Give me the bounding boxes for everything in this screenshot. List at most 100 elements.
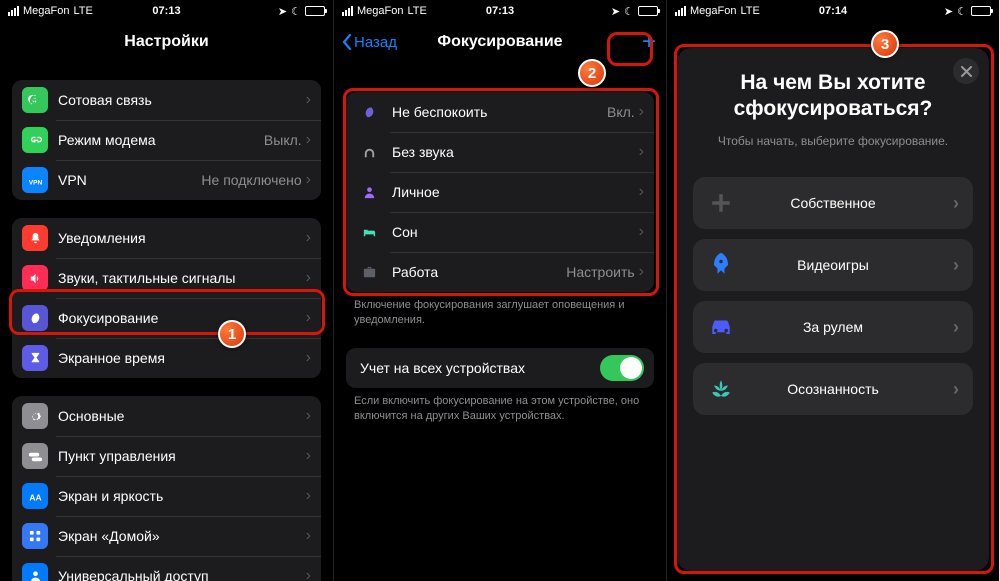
location-icon: ➤: [944, 5, 953, 18]
row-label: Сотовая связь: [58, 92, 306, 108]
settings-row[interactable]: Звуки, тактильные сигналы ›: [12, 258, 321, 298]
bed-icon: [356, 219, 382, 245]
row-value: Не подключено: [201, 172, 301, 188]
signal-bars-icon: [342, 6, 353, 16]
chevron-right-icon: ›: [953, 317, 959, 338]
vpn-icon: VPN: [22, 167, 48, 193]
signal-bars-icon: [675, 6, 686, 16]
chevron-right-icon: ›: [306, 269, 311, 287]
focus-label: Личное: [392, 184, 639, 200]
location-icon: ➤: [611, 5, 620, 18]
option-label: За рулем: [735, 319, 959, 335]
focus-chooser-screen: MegaFon LTE 07:14 ➤ ☾ На чем Вы хотите с…: [666, 0, 999, 581]
settings-row[interactable]: Фокусирование ›: [12, 298, 321, 338]
step-badge-2: 2: [578, 59, 606, 87]
settings-group-notifications: Уведомления › Звуки, тактильные сигналы …: [12, 218, 321, 378]
settings-row[interactable]: Экранное время ›: [12, 338, 321, 378]
moon-status-icon: ☾: [624, 5, 634, 18]
status-bar: MegaFon LTE 07:13 ➤ ☾: [334, 0, 666, 22]
status-bar: MegaFon LTE 07:14 ➤ ☾: [667, 0, 999, 22]
battery-icon: [638, 6, 658, 16]
focus-mode-row[interactable]: Работа Настроить ›: [346, 252, 654, 292]
focus-mode-row[interactable]: Личное ›: [346, 172, 654, 212]
row-label: Экран и яркость: [58, 488, 306, 504]
focus-mode-row[interactable]: Сон ›: [346, 212, 654, 252]
row-label: Фокусирование: [58, 310, 306, 326]
focus-label: Без звука: [392, 144, 639, 160]
focus-option[interactable]: Собственное ›: [693, 177, 973, 229]
settings-row[interactable]: Уведомления ›: [12, 218, 321, 258]
focus-mode-row[interactable]: Не беспокоить Вкл. ›: [346, 92, 654, 132]
chevron-right-icon: ›: [306, 447, 311, 465]
settings-row[interactable]: Режим модема Выкл. ›: [12, 120, 321, 160]
chevron-right-icon: ›: [306, 91, 311, 109]
nav-header: Назад Фокусирование +: [334, 22, 666, 62]
moon-status-icon: ☾: [291, 5, 301, 18]
hourglass-icon: [22, 345, 48, 371]
status-time: 07:13: [486, 5, 514, 17]
settings-group-connectivity: Сотовая связь › Режим модема Выкл. › VPN…: [12, 80, 321, 200]
gear-icon: [22, 403, 48, 429]
status-time: 07:13: [152, 5, 180, 17]
chevron-right-icon: ›: [306, 567, 311, 581]
focus-option[interactable]: За рулем ›: [693, 301, 973, 353]
share-label: Учет на всех устройствах: [360, 360, 600, 376]
person-icon: [356, 179, 382, 205]
settings-row[interactable]: Универсальный доступ ›: [12, 556, 321, 581]
row-label: Основные: [58, 408, 306, 424]
status-bar: MegaFon LTE 07:13 ➤ ☾: [0, 0, 333, 22]
settings-row[interactable]: Сотовая связь ›: [12, 80, 321, 120]
focus-option[interactable]: Осознанность ›: [693, 363, 973, 415]
add-button[interactable]: +: [642, 28, 656, 56]
bell-icon: [22, 225, 48, 251]
sheet-heading: На чем Вы хотите сфокусироваться?: [693, 70, 973, 123]
speaker-icon: [22, 265, 48, 291]
rocket-icon: [707, 251, 735, 279]
network: LTE: [740, 5, 759, 17]
settings-row[interactable]: Пункт управления ›: [12, 436, 321, 476]
back-button[interactable]: Назад: [342, 34, 397, 51]
carrier: MegaFon: [23, 5, 69, 17]
row-label: VPN: [58, 172, 201, 188]
focus-list-screen: MegaFon LTE 07:13 ➤ ☾ Назад Фокусировани…: [333, 0, 666, 581]
person-icon: [22, 563, 48, 581]
option-label: Видеоигры: [735, 257, 959, 273]
carrier: MegaFon: [690, 5, 736, 17]
chevron-right-icon: ›: [639, 103, 644, 121]
settings-row[interactable]: Основные ›: [12, 396, 321, 436]
chevron-right-icon: ›: [306, 229, 311, 247]
chevron-right-icon: ›: [639, 223, 644, 241]
row-label: Экранное время: [58, 350, 306, 366]
share-across-devices-row[interactable]: Учет на всех устройствах: [346, 348, 654, 388]
focus-label: Сон: [392, 224, 639, 240]
chevron-right-icon: ›: [953, 255, 959, 276]
focus-chooser-sheet: На чем Вы хотите сфокусироваться? Чтобы …: [677, 48, 989, 571]
row-label: Уведомления: [58, 230, 306, 246]
sheet-subtitle: Чтобы начать, выберите фокусирование.: [718, 133, 948, 150]
car-icon: [707, 313, 735, 341]
focus-option[interactable]: Видеоигры ›: [693, 239, 973, 291]
settings-row[interactable]: AA Экран и яркость ›: [12, 476, 321, 516]
row-label: Экран «Домой»: [58, 528, 306, 544]
share-toggle[interactable]: [600, 355, 644, 381]
switches-icon: [22, 443, 48, 469]
focus-label: Не беспокоить: [392, 104, 607, 120]
focus-mode-row[interactable]: Без звука ›: [346, 132, 654, 172]
moon-icon: [356, 99, 382, 125]
carrier: MegaFon: [357, 5, 403, 17]
focus-options-list: Собственное › Видеоигры › За рулем › Осо…: [693, 177, 973, 415]
chevron-right-icon: ›: [306, 349, 311, 367]
settings-row[interactable]: VPN VPN Не подключено ›: [12, 160, 321, 200]
moon-icon: [22, 305, 48, 331]
chevron-right-icon: ›: [306, 407, 311, 425]
focus-footnote-2: Если включить фокусирование на этом устр…: [334, 388, 666, 424]
chevron-right-icon: ›: [639, 183, 644, 201]
grid-icon: [22, 523, 48, 549]
chevron-right-icon: ›: [953, 193, 959, 214]
network: LTE: [407, 5, 426, 17]
aa-icon: AA: [22, 483, 48, 509]
page-title: Фокусирование: [437, 33, 562, 51]
settings-row[interactable]: Экран «Домой» ›: [12, 516, 321, 556]
close-button[interactable]: [953, 58, 979, 84]
chevron-right-icon: ›: [306, 309, 311, 327]
